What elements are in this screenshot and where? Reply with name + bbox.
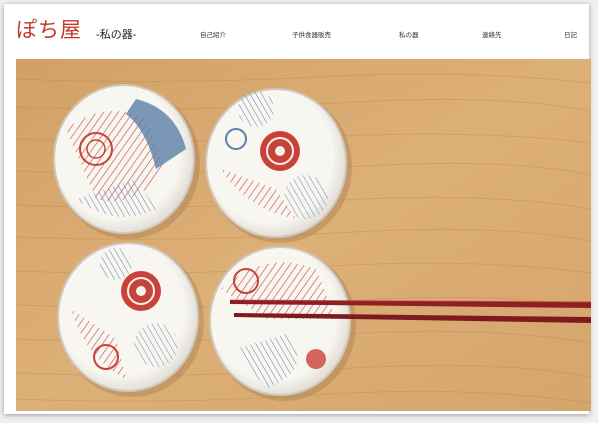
site-header: ぽち屋 -私の器- 自己紹介 子供食器販売 私の器 連絡先 日記 [4, 4, 589, 56]
page-frame: ぽち屋 -私の器- 自己紹介 子供食器販売 私の器 連絡先 日記 [4, 4, 591, 414]
nav-item-kids-tableware[interactable]: 子供食器販売 [292, 30, 331, 40]
nav-item-my-vessels[interactable]: 私の器 [399, 30, 419, 40]
nav-item-contact[interactable]: 連絡先 [482, 30, 502, 40]
hero-image [16, 59, 591, 411]
hero-photo [16, 59, 591, 411]
nav-item-diary[interactable]: 日記 [564, 30, 577, 40]
main-nav: 自己紹介 子供食器販売 私の器 連絡先 日記 [4, 30, 589, 44]
nav-item-profile[interactable]: 自己紹介 [200, 30, 226, 40]
